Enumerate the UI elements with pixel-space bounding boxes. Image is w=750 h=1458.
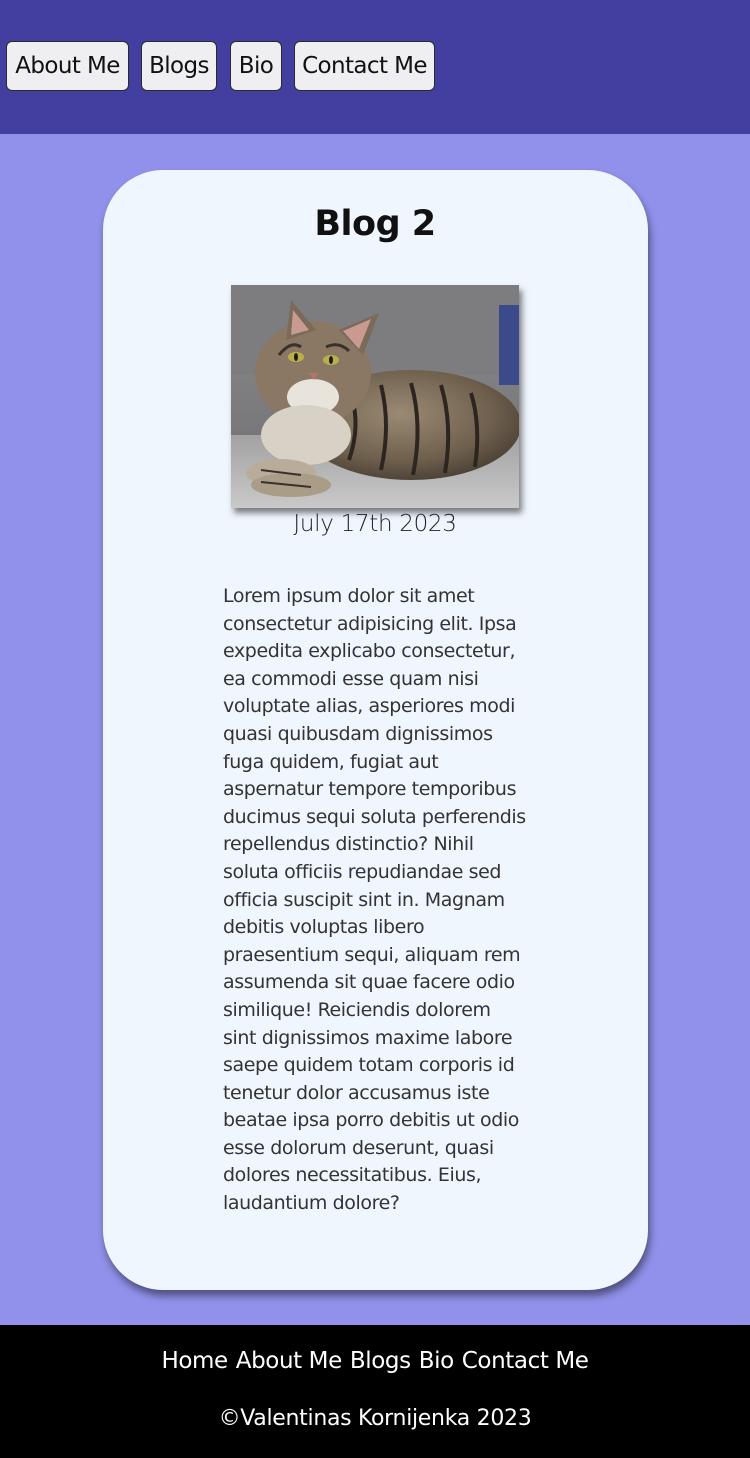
footer-nav: Home About Me Blogs Bio Contact Me (0, 1348, 750, 1374)
nav-bio-button[interactable]: Bio (230, 41, 282, 91)
nav-about-me-button[interactable]: About Me (6, 41, 129, 91)
blog-body-text: Lorem ipsum dolor sit amet consectetur a… (223, 585, 526, 1215)
blog-date: July 17th 2023 (293, 511, 457, 537)
cat-photo (231, 285, 519, 508)
top-nav-bar: About Me Blogs Bio Contact Me (0, 0, 750, 134)
copyright-text: ©Valentinas Kornijenka 2023 (218, 1406, 532, 1431)
nav-contact-me-button[interactable]: Contact Me (294, 41, 435, 91)
cat-photo-illustration (231, 285, 519, 508)
footer-link-contact-me[interactable]: Contact Me (462, 1348, 589, 1374)
footer-link-blogs[interactable]: Blogs (350, 1348, 411, 1374)
footer-link-home[interactable]: Home (161, 1348, 228, 1374)
blog-title: Blog 2 (314, 204, 436, 244)
footer-link-bio[interactable]: Bio (419, 1348, 454, 1374)
footer-link-about-me[interactable]: About Me (236, 1348, 343, 1374)
footer (0, 1325, 750, 1458)
nav-blogs-button[interactable]: Blogs (141, 41, 217, 91)
